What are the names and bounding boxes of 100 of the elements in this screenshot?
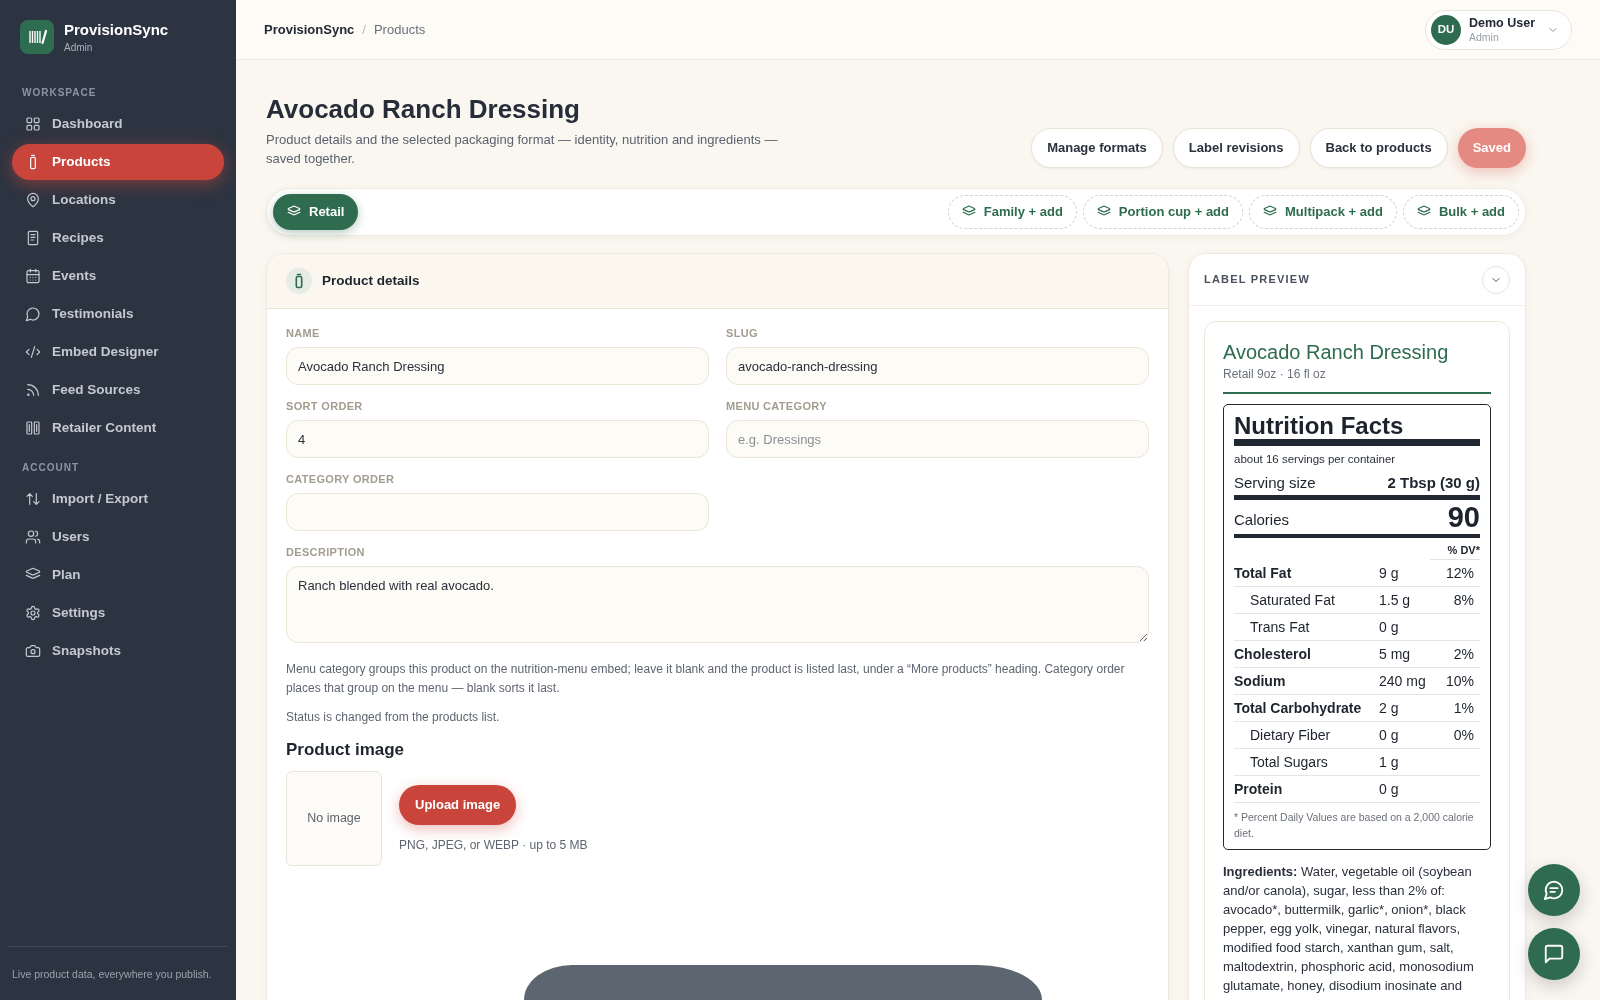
user-avatar: DU — [1431, 14, 1461, 45]
label-product-name: Avocado Ranch Dressing — [1223, 340, 1450, 364]
nutrient-name: Total Fat — [1234, 563, 1293, 583]
nutrient-dv: 12% — [1445, 563, 1475, 583]
nutrient-amount: 1.5 g — [1379, 590, 1412, 610]
manage-formats-button[interactable]: Manage formats — [1031, 128, 1163, 168]
nutrient-dv: 2% — [1453, 644, 1475, 664]
format-tab[interactable]: Bulk + add — [1402, 195, 1519, 229]
brand-subtitle: Admin — [64, 40, 94, 54]
user-role: Admin — [1469, 30, 1499, 44]
user-menu-button[interactable]: DU Demo User Admin — [1425, 9, 1572, 50]
serving-size-label: Serving size — [1234, 473, 1316, 493]
page-description: Product details and the selected packaging format — identity, nutrition and ingredients — saved together. — [266, 131, 779, 168]
columns-icon — [25, 420, 41, 436]
dv-heading: % DV* — [1429, 543, 1480, 560]
speech-bubble-lines-icon — [1543, 879, 1565, 901]
image-drop-field[interactable]: No image — [286, 771, 382, 866]
format-tab[interactable]: Retail — [273, 194, 359, 230]
nutrient-name: Trans Fat — [1249, 617, 1311, 637]
help-text: Status is changed from the products list. — [286, 709, 501, 726]
nutrient-name: Dietary Fiber — [1249, 725, 1332, 745]
sidebar-item[interactable]: Testimonials — [12, 296, 224, 332]
text-field[interactable]: avocado-ranch-dressing — [726, 347, 1149, 385]
breadcrumb-link[interactable]: ProvisionSync — [264, 19, 355, 40]
nutrient-amount: 9 g — [1379, 563, 1400, 583]
label-format: Retail 9oz · 16 fl oz — [1223, 366, 1327, 382]
sidebar-item[interactable]: Import / Export — [12, 481, 224, 517]
camera-icon — [25, 643, 41, 659]
logo-icon — [20, 20, 54, 54]
field-label: MENU CATEGORY — [726, 400, 828, 412]
footnote: * Percent Daily Values are based on a 2,000 calorie diet. — [1234, 810, 1475, 841]
speech-bubble-icon — [1543, 943, 1565, 965]
nutrient-amount: 2 g — [1379, 698, 1400, 718]
sidebar-item[interactable]: Users — [12, 519, 224, 555]
ingredients-text: Ingredients: Water, vegetable oil (soybean and/or canola), sugar, less than 2% of: avocado*, buttermilk, garlic*, onion*, black pepper, egg yolk, vinegar, natural flavors, modified food starch, xanthan gum, salt, maltodextrin, phosphoric acid, monosodium glutamate, honey, disodium inosinate and — [1223, 863, 1475, 995]
nutrient-dv: 10% — [1445, 671, 1475, 691]
nutrition-title: Nutrition Facts — [1234, 413, 1405, 439]
nutrient-name: Sodium — [1234, 671, 1287, 691]
brand-name: ProvisionSync — [64, 20, 169, 39]
back-to-products-button[interactable]: Back to products — [1309, 128, 1448, 168]
nutrient-amount: 0 g — [1379, 779, 1400, 799]
section-heading: ACCOUNT — [21, 462, 80, 474]
field-label: CATEGORY ORDER — [286, 473, 396, 485]
format-tab[interactable]: Portion cup + add — [1082, 195, 1243, 229]
format-tab[interactable]: Multipack + add — [1249, 195, 1397, 229]
nutrient-name: Saturated Fat — [1249, 590, 1336, 610]
sidebar-item[interactable]: Locations — [12, 182, 224, 218]
current-page-text: Products — [373, 20, 426, 39]
serving-size-value: 2 Tbsp (30 g) — [1387, 473, 1480, 493]
sidebar-item[interactable]: Products — [12, 144, 224, 180]
settings-icon — [25, 605, 41, 621]
sidebar-item[interactable]: Embed Designer — [12, 334, 224, 370]
grid-icon — [25, 116, 41, 132]
map-pin-icon — [25, 192, 41, 208]
nutrient-name: Cholesterol — [1234, 644, 1312, 664]
rss-icon — [25, 382, 41, 398]
text-field[interactable]: 4 — [286, 420, 709, 458]
field-label: SLUG — [726, 327, 759, 339]
upload-hint: PNG, JPEG, or WEBP · up to 5 MB — [399, 837, 588, 854]
textarea-field[interactable]: Ranch blended with real avocado. — [286, 566, 1149, 643]
page-title: Avocado Ranch Dressing — [266, 93, 581, 125]
servings-text: about 16 servings per container — [1234, 452, 1397, 467]
sidebar-item[interactable]: Plan — [12, 557, 224, 593]
nutrient-name: Total Carbohydrate — [1234, 698, 1363, 718]
sidebar-item[interactable]: Events — [12, 258, 224, 294]
bottle-icon — [286, 268, 312, 294]
nutrient-amount: 1 g — [1379, 752, 1400, 772]
field-label: SORT ORDER — [286, 400, 364, 412]
breadcrumb-separator: / — [362, 20, 366, 39]
arrows-up-down-icon — [25, 491, 41, 507]
sidebar-item[interactable]: Retailer Content — [12, 410, 224, 446]
tagline: Live product data, everywhere you publish. — [12, 968, 212, 980]
upload-button[interactable]: Upload image — [399, 785, 517, 825]
nutrient-dv: 8% — [1453, 590, 1475, 610]
nutrient-name: Protein — [1234, 779, 1284, 799]
sidebar-item[interactable]: Recipes — [12, 220, 224, 256]
sidebar-item[interactable]: Snapshots — [12, 633, 224, 669]
code-icon — [25, 344, 41, 360]
nutrient-amount: 240 mg — [1379, 671, 1427, 691]
text-field[interactable] — [286, 493, 709, 531]
card-title: Product details — [322, 271, 420, 290]
speech-bubble-icon — [25, 306, 41, 322]
text-field[interactable]: e.g. Dressings — [726, 420, 1149, 458]
sidebar-item[interactable]: Dashboard — [12, 106, 224, 142]
users-icon — [25, 529, 41, 545]
chat-button[interactable] — [1528, 928, 1580, 980]
section-title: Product image — [286, 739, 406, 761]
field-label: NAME — [286, 327, 321, 339]
text-field[interactable]: Avocado Ranch Dressing — [286, 347, 709, 385]
field-label: DESCRIPTION — [286, 546, 366, 558]
nutrient-name: Total Sugars — [1249, 752, 1329, 772]
sidebar-item[interactable]: Settings — [12, 595, 224, 631]
feedback-button[interactable] — [1528, 864, 1580, 916]
nutrient-amount: 0 g — [1379, 725, 1400, 745]
format-tab[interactable]: Family + add — [947, 195, 1077, 229]
sidebar-item[interactable]: Feed Sources — [12, 372, 224, 408]
panel-title: LABEL PREVIEW — [1204, 272, 1310, 288]
nutrient-amount: 0 g — [1379, 617, 1400, 637]
label-revisions-button[interactable]: Label revisions — [1172, 128, 1300, 168]
calories-label: Calories — [1234, 509, 1290, 530]
